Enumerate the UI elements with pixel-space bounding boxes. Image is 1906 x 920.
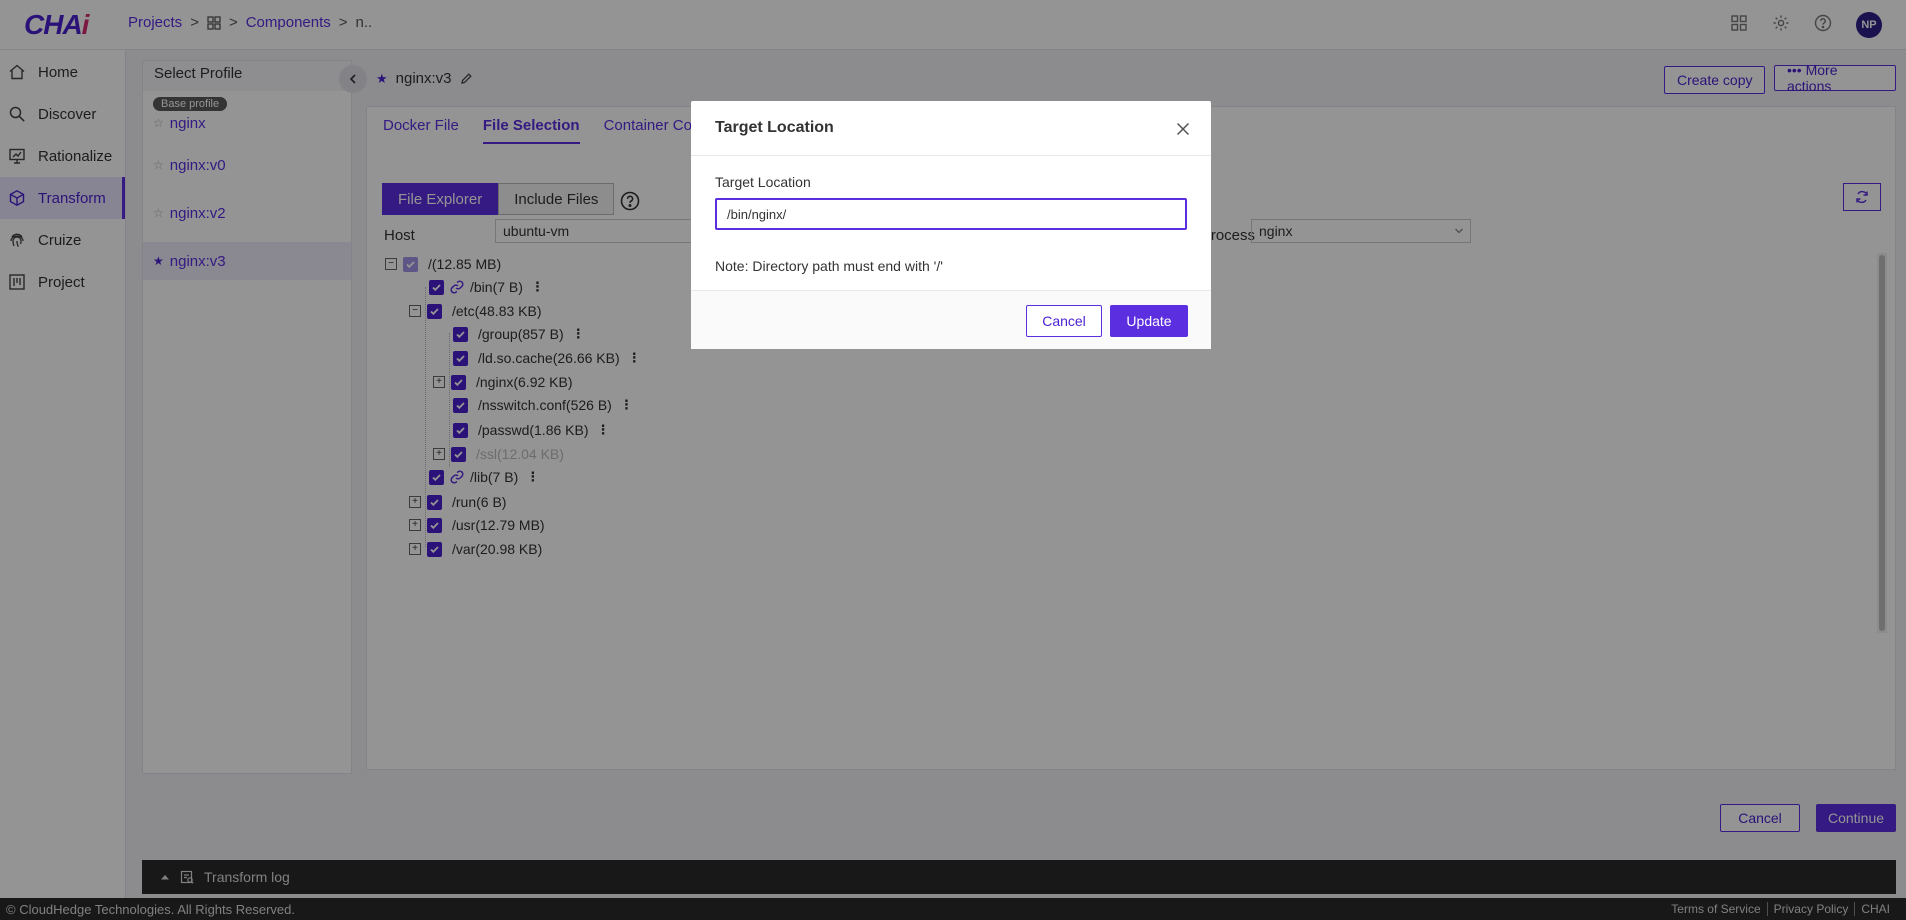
close-icon[interactable] [1175,121,1191,137]
modal-body: Target Location Note: Directory path mus… [691,156,1211,290]
target-location-modal: Target Location Target Location Note: Di… [691,101,1211,349]
modal-title: Target Location [691,101,1211,156]
target-location-label: Target Location [715,174,811,190]
directory-note: Note: Directory path must end with '/' [715,258,943,274]
modal-cancel-button[interactable]: Cancel [1026,305,1102,337]
modal-footer: Cancel Update [691,290,1211,349]
modal-update-button[interactable]: Update [1110,305,1188,337]
target-location-input[interactable] [715,198,1187,230]
